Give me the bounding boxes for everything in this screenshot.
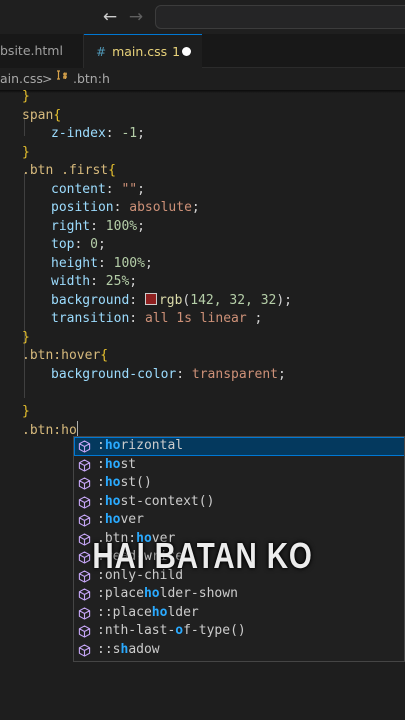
tab-label: bsite.html [0, 43, 63, 58]
code-line: background: rgb(142, 32, 32); [51, 292, 292, 308]
suggestion-item[interactable]: :host-context() [74, 493, 404, 512]
command-center-search[interactable] [155, 5, 405, 29]
suggestion-item[interactable]: :host() [74, 474, 404, 493]
code-line: .btn:hover{ [22, 348, 109, 363]
suggestion-item[interactable]: ::shadow [74, 641, 404, 660]
code-line-current: .btn:ho [22, 421, 78, 438]
css-file-icon: # [96, 45, 107, 59]
suggestion-label: :nth-last-of-type() [97, 623, 246, 638]
forward-arrow-icon[interactable]: → [126, 7, 146, 27]
breadcrumb-file[interactable]: ain.css [0, 68, 43, 90]
code-line: } [22, 89, 30, 104]
suggestion-item[interactable]: ::placeholder [74, 604, 404, 623]
tab-label: main.css [112, 44, 168, 59]
symbol-selector-icon [55, 68, 69, 90]
code-line: transition: all 1s linear ; [51, 311, 263, 326]
suggestion-label: :placeholder-shown [97, 586, 238, 601]
code-line: z-index: -1; [51, 126, 145, 141]
code-line: right: 100%; [51, 218, 145, 234]
code-line: content: ""; [51, 181, 145, 197]
code-line: position: absolute; [51, 200, 200, 215]
suggestion-label: ::placeholder [97, 604, 199, 620]
suggestion-item[interactable]: :hover [74, 511, 404, 530]
scroll-shadow [0, 90, 405, 93]
color-swatch[interactable] [144, 292, 157, 305]
breadcrumb: ain.css > .btn:h [0, 68, 405, 90]
editor-tab-bar: bsite.html # main.css 1 [0, 34, 405, 68]
code-line: .btn .first{ [22, 163, 116, 178]
suggestion-item[interactable]: :nth-last-of-type() [74, 622, 404, 641]
suggestion-item[interactable]: :host [74, 456, 404, 475]
title-bar: ← → [0, 0, 405, 34]
suggestion-label: :hover [97, 512, 144, 527]
code-line: height: 100%; [51, 255, 153, 271]
unsaved-dot-icon[interactable] [182, 47, 191, 56]
tab-website-html[interactable]: bsite.html [0, 34, 84, 68]
code-line: } [22, 403, 30, 419]
suggestion-label: ::shadow [97, 641, 160, 657]
problems-count-badge: 1 [172, 44, 181, 59]
code-line: width: 25%; [51, 274, 138, 289]
code-line: top: 0; [51, 237, 106, 252]
suggestion-item[interactable]: :placeholder-shown [74, 585, 404, 604]
code-line: } [22, 329, 30, 345]
suggestion-label: :host [97, 456, 137, 472]
code-line: span{ [22, 107, 62, 123]
code-line: background-color: transparent; [51, 366, 286, 382]
suggestion-label: :host-context() [97, 493, 215, 509]
breadcrumb-separator-icon: > [42, 71, 53, 86]
back-arrow-icon[interactable]: ← [100, 7, 120, 27]
text-cursor [76, 421, 78, 437]
breadcrumb-symbol[interactable]: .btn:h [73, 68, 110, 90]
watermark-caption: HAI BATAN KO [92, 535, 313, 576]
suggestion-label: :host() [97, 475, 152, 490]
suggestion-label: :horizontal [97, 438, 184, 453]
tab-main-css[interactable]: # main.css 1 [84, 34, 202, 68]
suggestion-item[interactable]: :horizontal [74, 437, 404, 456]
code-line: } [22, 144, 30, 160]
